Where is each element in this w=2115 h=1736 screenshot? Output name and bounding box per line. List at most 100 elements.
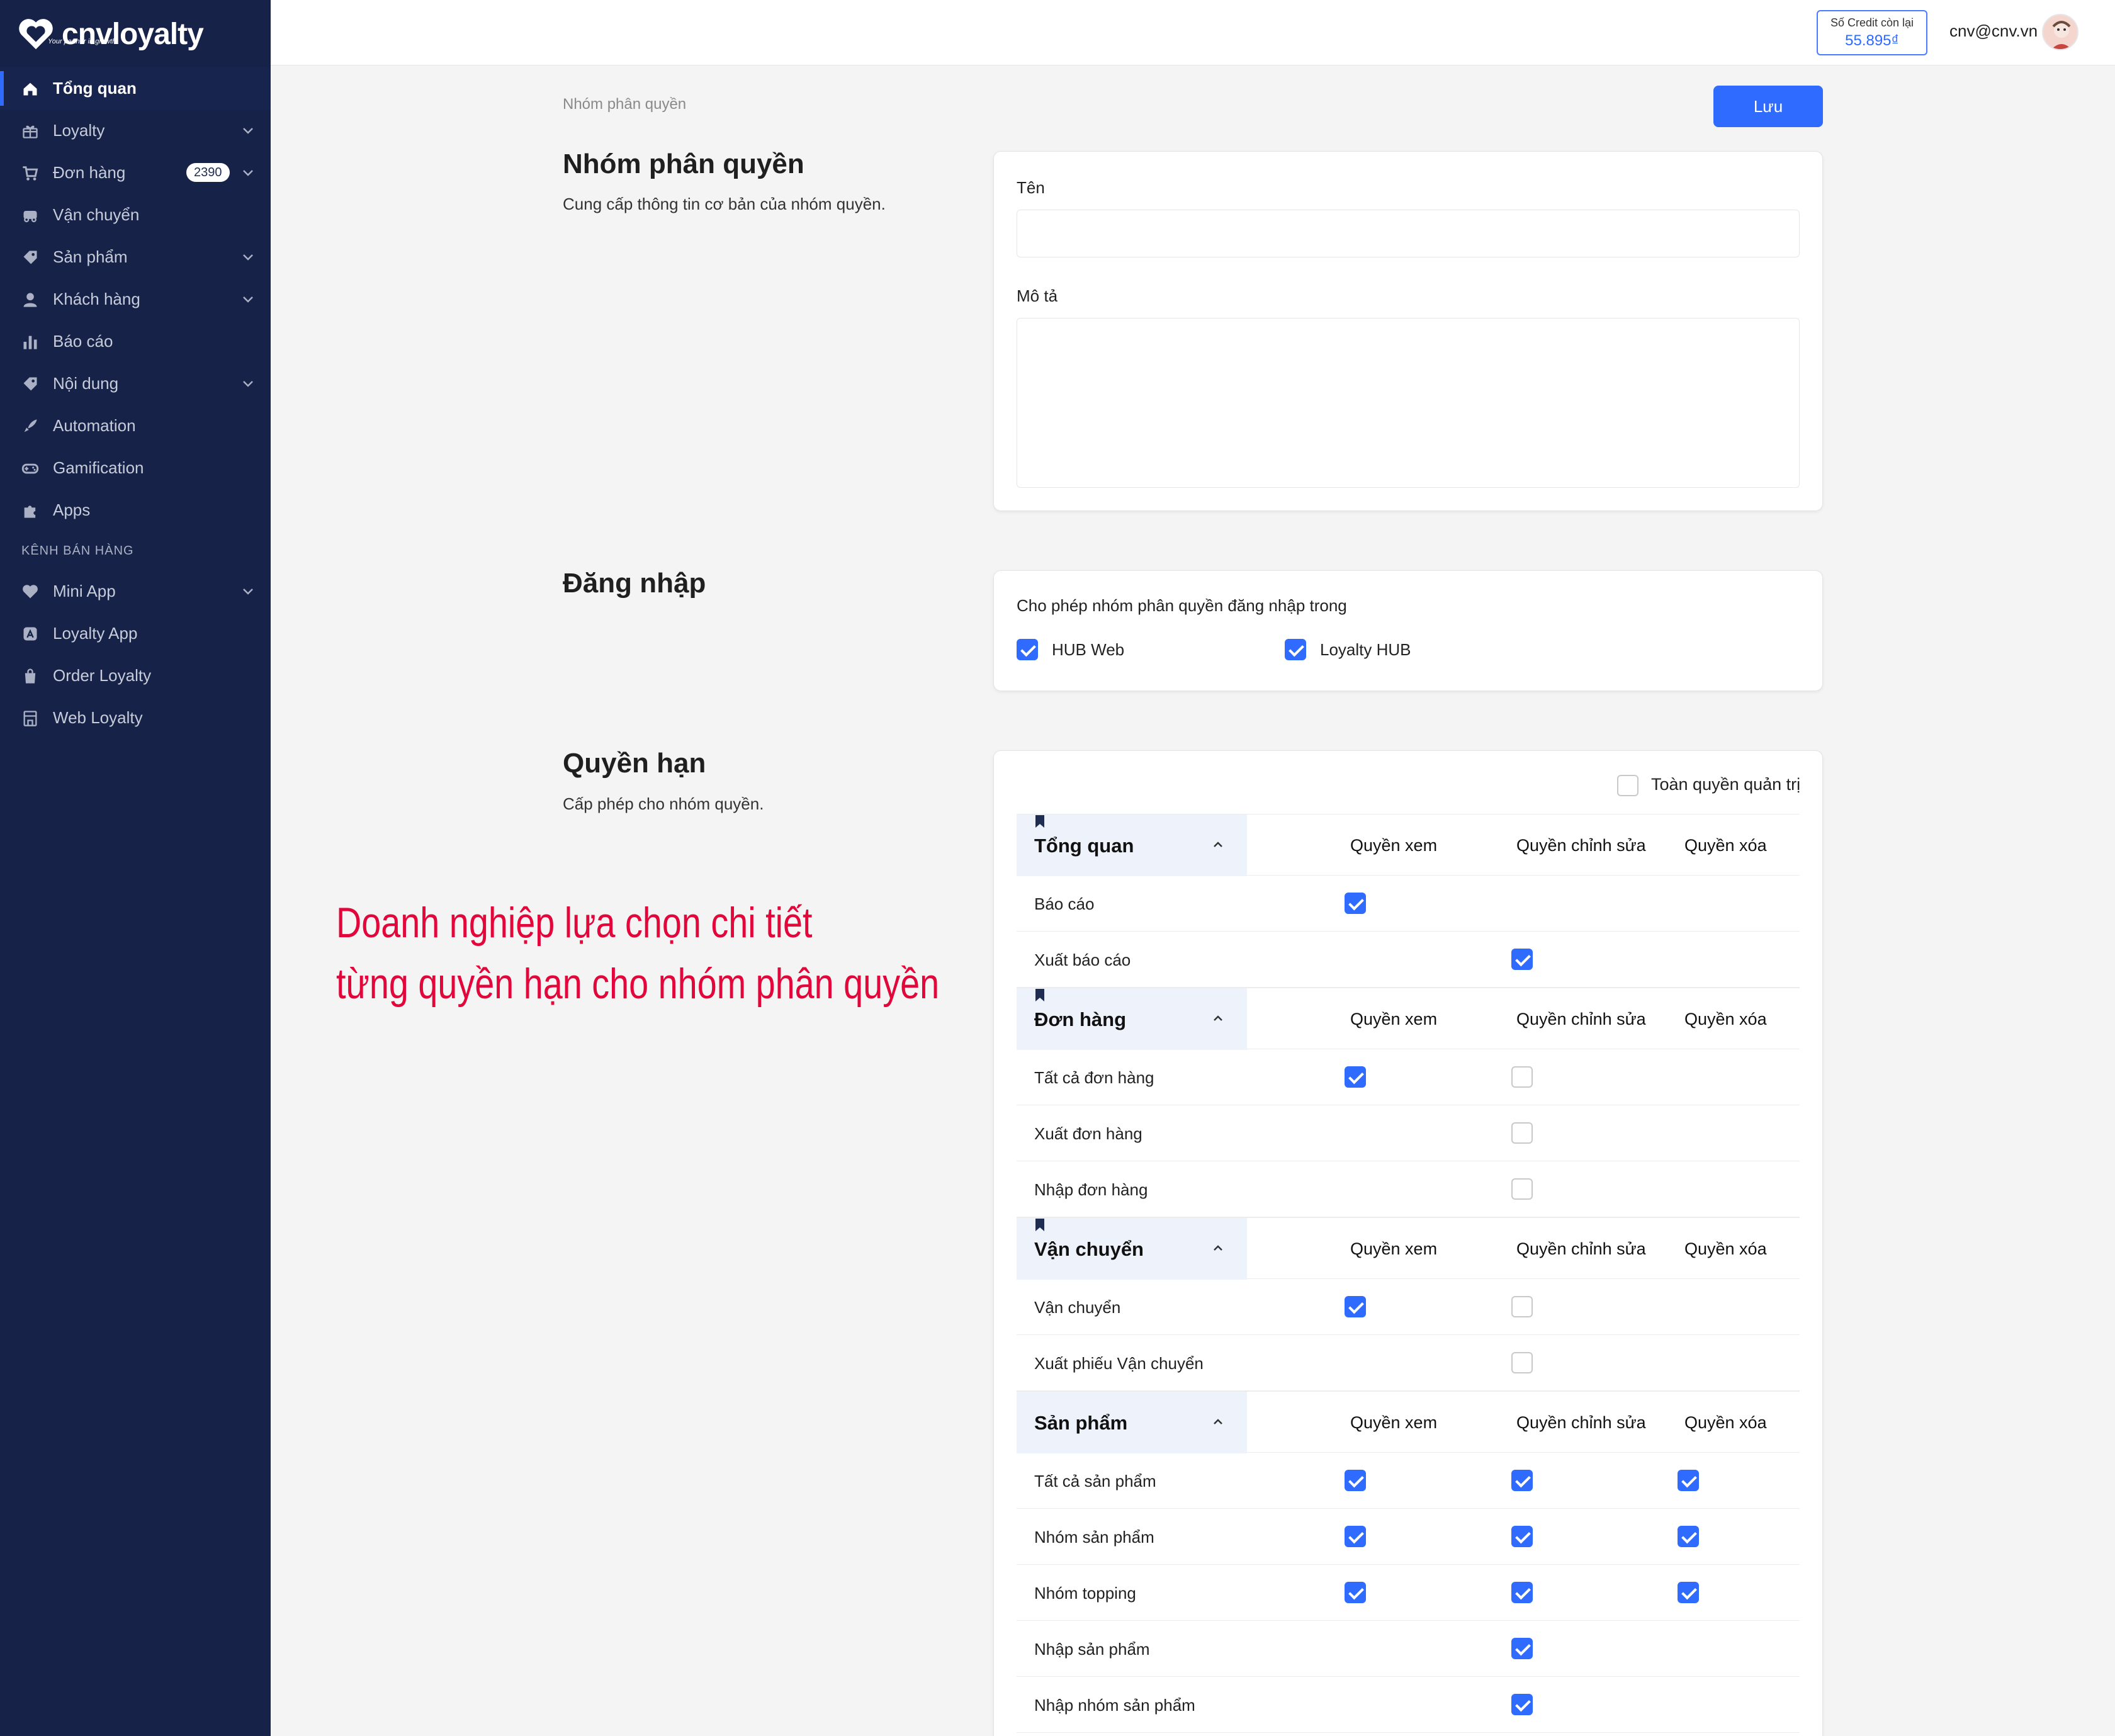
hub-web-checkbox[interactable]: [1017, 639, 1038, 660]
sidebar-channel-item-1[interactable]: Loyalty App: [0, 612, 271, 655]
view-permission-checkbox[interactable]: [1345, 1470, 1366, 1491]
edit-permission-checkbox[interactable]: [1511, 1582, 1533, 1603]
permissions-title: Quyền hạn: [563, 748, 706, 779]
edit-permission-checkbox[interactable]: [1511, 1470, 1533, 1491]
sidebar-item-6[interactable]: Báo cáo: [0, 320, 271, 363]
save-button[interactable]: Lưu: [1713, 86, 1823, 127]
chevron-up-icon[interactable]: [1210, 837, 1226, 852]
sidebar-item-10[interactable]: Apps: [0, 489, 271, 531]
column-header-view: Quyền xem: [1350, 1239, 1438, 1258]
sidebar-item-4[interactable]: Sản phẩm: [0, 236, 271, 278]
bookmark-icon: [1034, 814, 1046, 828]
shopping-bag-icon: [21, 667, 39, 685]
description-label: Mô tả: [1017, 286, 1058, 305]
chevron-up-icon[interactable]: [1210, 1241, 1226, 1256]
app-store-icon: [21, 625, 39, 643]
view-permission-checkbox[interactable]: [1345, 1296, 1366, 1317]
chevron-down-icon[interactable]: [240, 123, 256, 138]
brand-logo[interactable]: cnvloyalty: [16, 13, 204, 57]
heart-logo-icon: [19, 19, 53, 50]
delete-permission-checkbox[interactable]: [1678, 1470, 1699, 1491]
permission-label: Nhập đơn hàng: [1034, 1180, 1148, 1199]
permission-row: Xuất đơn hàng: [1017, 1105, 1800, 1161]
permission-group-toggle[interactable]: Đơn hàng: [1017, 988, 1247, 1050]
chevron-down-icon[interactable]: [240, 166, 256, 181]
permission-group-name: Tổng quan: [1034, 835, 1134, 857]
edit-permission-checkbox[interactable]: [1511, 949, 1533, 970]
storefront-icon: [21, 709, 39, 727]
chevron-down-icon[interactable]: [240, 584, 256, 599]
sidebar-item-9[interactable]: Gamification: [0, 447, 271, 489]
permission-row: Nhóm topping: [1017, 1565, 1800, 1621]
delete-permission-checkbox[interactable]: [1678, 1526, 1699, 1547]
annotation-line-2: từng quyền hạn cho nhóm phân quyền: [336, 960, 940, 1008]
sidebar-item-8[interactable]: Automation: [0, 405, 271, 447]
sidebar-item-1[interactable]: Loyalty: [0, 110, 271, 152]
permission-group-toggle[interactable]: Sản phẩm: [1017, 1392, 1247, 1453]
full-admin-checkbox[interactable]: [1617, 775, 1638, 796]
user-email[interactable]: cnv@cnv.vn: [1949, 21, 2038, 41]
credit-balance[interactable]: Số Credit còn lại 55.895₫: [1817, 10, 1927, 55]
cart-icon: [21, 164, 39, 182]
column-header-view: Quyền xem: [1350, 836, 1438, 855]
sidebar-item-2[interactable]: Đơn hàng 2390: [0, 152, 271, 194]
permission-label: Nhóm sản phẩm: [1034, 1528, 1154, 1547]
chevron-up-icon[interactable]: [1210, 1414, 1226, 1429]
permission-group-toggle[interactable]: Tổng quan: [1017, 814, 1247, 876]
permission-row: Xuất phiếu Vận chuyển: [1017, 1335, 1800, 1391]
puzzle-icon: [21, 502, 39, 519]
chevron-down-icon[interactable]: [240, 250, 256, 265]
column-header-delete: Quyền xóa: [1684, 836, 1767, 855]
sidebar-channel-item-0[interactable]: Mini App: [0, 570, 271, 612]
loyalty-hub-checkbox[interactable]: [1285, 639, 1306, 660]
sidebar-channel-item-2[interactable]: Order Loyalty: [0, 655, 271, 697]
permission-group-name: Sản phẩm: [1034, 1412, 1128, 1434]
permission-label: Vận chuyển: [1034, 1298, 1121, 1317]
edit-permission-checkbox[interactable]: [1511, 1066, 1533, 1088]
view-permission-checkbox[interactable]: [1345, 1066, 1366, 1088]
sidebar-item-label: Nội dung: [53, 374, 119, 393]
description-textarea[interactable]: [1017, 318, 1800, 488]
edit-permission-checkbox[interactable]: [1511, 1694, 1533, 1715]
chevron-down-icon[interactable]: [240, 376, 256, 392]
gift-icon: [21, 122, 39, 140]
column-header-view: Quyền xem: [1350, 1010, 1438, 1029]
edit-permission-checkbox[interactable]: [1511, 1122, 1533, 1144]
sidebar-channel-item-3[interactable]: Web Loyalty: [0, 697, 271, 739]
sidebar-item-0[interactable]: Tổng quan: [0, 67, 271, 110]
permission-row: Nhập nhóm sản phẩm: [1017, 1677, 1800, 1733]
user-icon: [21, 291, 39, 308]
view-permission-checkbox[interactable]: [1345, 1526, 1366, 1547]
sidebar-item-3[interactable]: Vận chuyển: [0, 194, 271, 236]
sidebar-item-label: Khách hàng: [53, 290, 140, 308]
permission-group-toggle[interactable]: Vận chuyển: [1017, 1218, 1247, 1280]
sidebar-item-label: Automation: [53, 416, 136, 435]
sidebar-item-label: Apps: [53, 500, 91, 519]
permission-label: Nhóm topping: [1034, 1584, 1136, 1603]
edit-permission-checkbox[interactable]: [1511, 1178, 1533, 1200]
delete-permission-checkbox[interactable]: [1678, 1582, 1699, 1603]
sidebar-item-label: Báo cáo: [53, 332, 113, 351]
edit-permission-checkbox[interactable]: [1511, 1296, 1533, 1317]
view-permission-checkbox[interactable]: [1345, 893, 1366, 914]
sidebar-item-5[interactable]: Khách hàng: [0, 278, 271, 320]
sidebar-item-7[interactable]: Nội dung: [0, 363, 271, 405]
column-header-view: Quyền xem: [1350, 1413, 1438, 1432]
breadcrumb[interactable]: Nhóm phân quyền: [563, 96, 686, 113]
basic-info-description: Cung cấp thông tin cơ bản của nhóm quyền…: [563, 194, 886, 213]
sidebar-item-label: Order Loyalty: [53, 666, 152, 685]
tag-icon: [21, 375, 39, 393]
edit-permission-checkbox[interactable]: [1511, 1526, 1533, 1547]
chevron-up-icon[interactable]: [1210, 1011, 1226, 1026]
name-input[interactable]: [1017, 210, 1800, 257]
permission-label: Nhập sản phẩm: [1034, 1640, 1150, 1659]
permission-label: Nhập nhóm sản phẩm: [1034, 1696, 1195, 1715]
edit-permission-checkbox[interactable]: [1511, 1352, 1533, 1373]
sidebar-item-label: Tổng quan: [53, 79, 137, 98]
edit-permission-checkbox[interactable]: [1511, 1638, 1533, 1659]
avatar[interactable]: [2042, 14, 2078, 50]
hub-web-label: HUB Web: [1052, 640, 1125, 659]
chevron-down-icon[interactable]: [240, 292, 256, 307]
permission-label: Tất cả sản phẩm: [1034, 1472, 1156, 1491]
view-permission-checkbox[interactable]: [1345, 1582, 1366, 1603]
